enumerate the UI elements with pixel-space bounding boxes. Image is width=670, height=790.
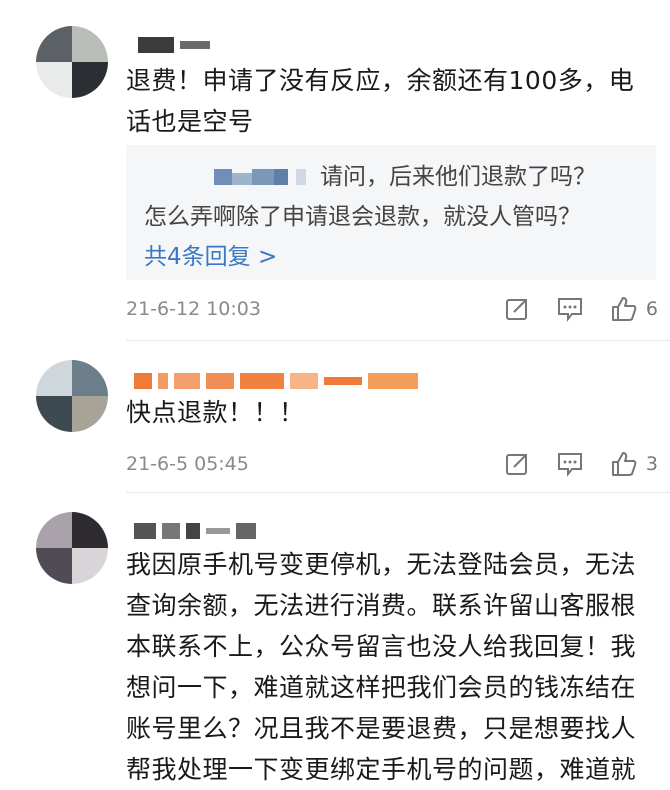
like-count: 3 xyxy=(645,453,658,475)
thumbs-up-icon xyxy=(611,297,637,321)
like-button[interactable]: 6 xyxy=(610,295,658,323)
share-icon xyxy=(505,454,527,475)
reply-text: 请问，后来他们退款了吗？ xyxy=(320,164,596,190)
comment-text: 退费！申请了没有反应，余额还有100多，电话也是空号 xyxy=(126,66,635,136)
reply-line-1: 请问，后来他们退款了吗？ xyxy=(144,157,596,191)
reply-username-blurred[interactable] xyxy=(214,165,306,191)
comment-button[interactable] xyxy=(556,296,584,322)
comment-time: 21-6-12 10:03 xyxy=(126,298,261,320)
comment-actions: 3 xyxy=(504,450,658,478)
comment-text: 快点退款！！！ xyxy=(126,398,305,427)
comment-icon xyxy=(557,298,582,322)
like-count: 6 xyxy=(645,298,658,320)
avatar[interactable] xyxy=(36,512,108,584)
share-button[interactable] xyxy=(504,296,530,322)
avatar[interactable] xyxy=(36,360,108,432)
divider xyxy=(126,340,670,341)
comment-button[interactable] xyxy=(556,451,584,477)
username-blurred[interactable] xyxy=(134,372,418,390)
share-button[interactable] xyxy=(504,451,530,477)
reply-box[interactable]: 请问，后来他们退款了吗？ 怎么弄啊除了申请退会退款，就没人管吗？ 共4条回复 > xyxy=(126,145,656,280)
more-replies-link[interactable]: 共4条回复 > xyxy=(144,237,277,271)
share-icon xyxy=(505,299,527,320)
comment-time: 21-6-5 05:45 xyxy=(126,453,249,475)
thumbs-up-icon xyxy=(611,452,637,476)
username-blurred[interactable] xyxy=(134,522,256,540)
divider xyxy=(126,492,670,493)
reply-line-2: 怎么弄啊除了申请退会退款，就没人管吗？ xyxy=(144,204,581,230)
comment-actions: 6 xyxy=(504,295,658,323)
like-button[interactable]: 3 xyxy=(610,450,658,478)
comment-text: 我因原手机号变更停机，无法登陆会员，无法查询余额，无法进行消费。联系许留山客服根… xyxy=(126,550,637,784)
comment-icon xyxy=(557,453,582,477)
username-blurred[interactable] xyxy=(138,36,210,54)
avatar[interactable] xyxy=(36,26,108,98)
